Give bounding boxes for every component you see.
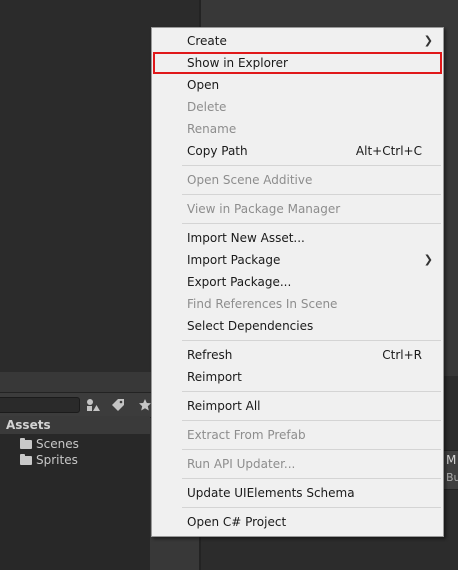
menu-separator — [182, 223, 441, 224]
menu-item-refresh[interactable]: Refresh Ctrl+R — [153, 344, 442, 366]
menu-item-label: Rename — [187, 122, 237, 136]
menu-item-label: Update UIElements Schema — [187, 486, 355, 500]
side-panel-sublabel: Bui — [446, 471, 458, 484]
assets-folder-header[interactable]: Assets — [0, 416, 150, 434]
side-panel-label: M — [446, 453, 457, 467]
filter-by-type-icon[interactable] — [84, 396, 102, 414]
folder-sprites[interactable]: Sprites — [20, 452, 78, 468]
menu-item-label: View in Package Manager — [187, 202, 341, 216]
menu-item-label: Extract From Prefab — [187, 428, 306, 442]
menu-item-update-uielements-schema[interactable]: Update UIElements Schema — [153, 482, 442, 504]
folder-label: Sprites — [36, 453, 78, 467]
menu-item-label: Create — [187, 34, 227, 48]
folder-label: Scenes — [36, 437, 79, 451]
menu-item-reimport-all[interactable]: Reimport All — [153, 395, 442, 417]
menu-item-label: Import Package — [187, 253, 281, 267]
menu-item-select-dependencies[interactable]: Select Dependencies — [153, 315, 442, 337]
menu-item-label: Open Scene Additive — [187, 173, 313, 187]
submenu-arrow-icon: ❯ — [423, 34, 433, 47]
menu-separator — [182, 507, 441, 508]
menu-separator — [182, 194, 441, 195]
menu-item-label: Refresh — [187, 348, 233, 362]
folder-icon — [20, 438, 32, 449]
filter-by-label-icon[interactable] — [109, 396, 127, 414]
menu-item-open-scene-additive[interactable]: Open Scene Additive — [153, 169, 442, 191]
menu-item-show-in-explorer[interactable]: Show in Explorer — [153, 52, 442, 74]
menu-item-open[interactable]: Open — [153, 74, 442, 96]
menu-separator — [182, 165, 441, 166]
folder-icon — [20, 454, 32, 465]
menu-item-label: Delete — [187, 100, 227, 114]
menu-item-reimport[interactable]: Reimport — [153, 366, 442, 388]
menu-item-label: Find References In Scene — [187, 297, 338, 311]
menu-separator — [182, 478, 441, 479]
menu-item-run-api-updater[interactable]: Run API Updater... — [153, 453, 442, 475]
menu-item-rename[interactable]: Rename — [153, 118, 442, 140]
menu-item-label: Reimport All — [187, 399, 261, 413]
menu-item-label: Run API Updater... — [187, 457, 296, 471]
menu-item-open-csharp-project[interactable]: Open C# Project — [153, 511, 442, 533]
menu-item-label: Import New Asset... — [187, 231, 305, 245]
menu-item-extract-from-prefab[interactable]: Extract From Prefab — [153, 424, 442, 446]
menu-item-label: Reimport — [187, 370, 242, 384]
menu-separator — [182, 420, 441, 421]
submenu-arrow-icon: ❯ — [423, 253, 433, 266]
menu-item-import-new-asset[interactable]: Import New Asset... — [153, 227, 442, 249]
menu-separator — [182, 449, 441, 450]
menu-item-label: Select Dependencies — [187, 319, 314, 333]
folder-scenes[interactable]: Scenes — [20, 436, 79, 452]
menu-item-find-references-in-scene[interactable]: Find References In Scene — [153, 293, 442, 315]
menu-item-label: Export Package... — [187, 275, 292, 289]
menu-separator — [182, 340, 441, 341]
project-folder-tree: Assets Scenes Sprites — [0, 416, 150, 570]
menu-item-export-package[interactable]: Export Package... — [153, 271, 442, 293]
menu-item-copy-path[interactable]: Copy Path Alt+Ctrl+C — [153, 140, 442, 162]
menu-separator — [182, 391, 441, 392]
menu-item-shortcut: Ctrl+R — [382, 348, 422, 362]
menu-item-label: Open C# Project — [187, 515, 287, 529]
search-input[interactable] — [0, 397, 80, 413]
menu-item-label: Open — [187, 78, 220, 92]
context-menu: Create ❯ Show in Explorer Open Delete Re… — [151, 27, 444, 537]
menu-item-import-package[interactable]: Import Package ❯ — [153, 249, 442, 271]
menu-item-view-in-package-manager[interactable]: View in Package Manager — [153, 198, 442, 220]
menu-item-shortcut: Alt+Ctrl+C — [355, 144, 422, 158]
menu-item-label: Show in Explorer — [187, 56, 288, 70]
menu-item-label: Copy Path — [187, 144, 248, 158]
menu-item-create[interactable]: Create ❯ — [153, 30, 442, 52]
menu-item-delete[interactable]: Delete — [153, 96, 442, 118]
